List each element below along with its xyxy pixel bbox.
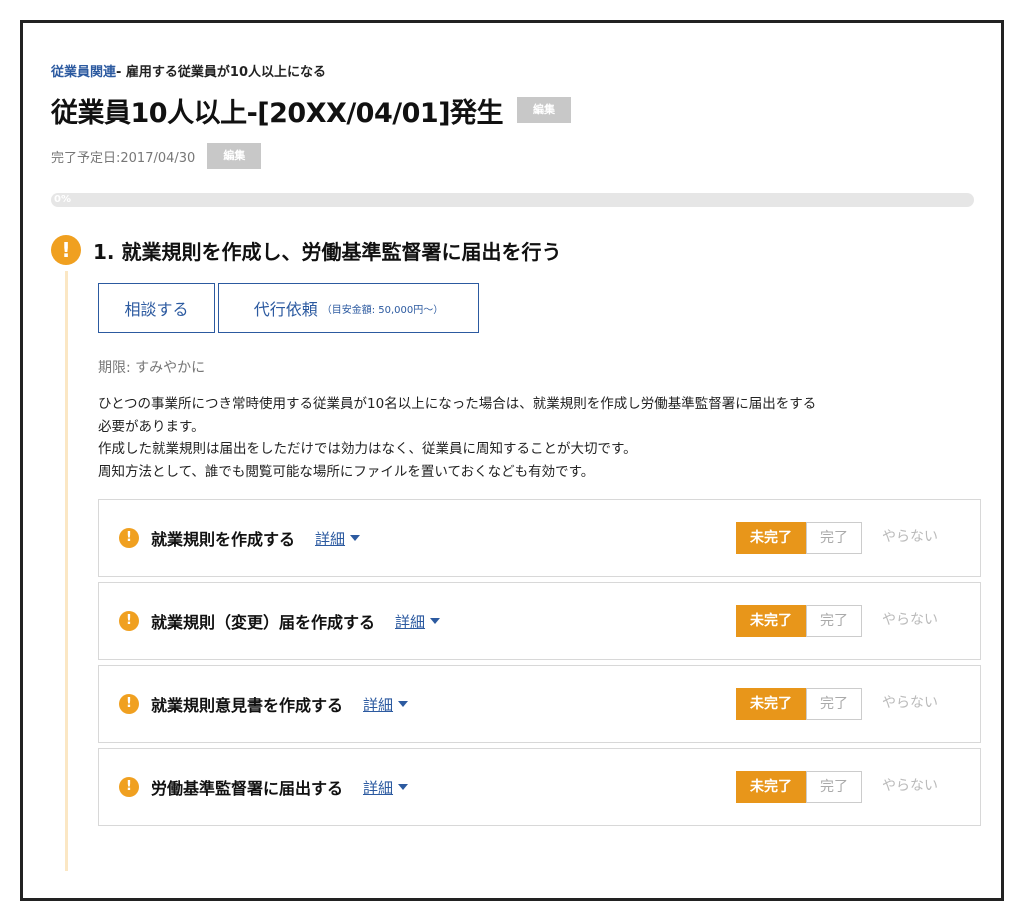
status-complete-button[interactable]: 完了	[806, 771, 862, 803]
breadcrumb-current: - 雇用する従業員が10人以上になる	[116, 65, 327, 80]
status-incomplete-button[interactable]: 未完了	[736, 605, 806, 637]
status-incomplete-button[interactable]: 未完了	[736, 771, 806, 803]
action-buttons: 相談する 代行依頼 （目安金額: 50,000円〜）	[98, 271, 979, 333]
status-skip-button[interactable]: やらない	[870, 522, 950, 554]
task-detail-label: 詳細	[315, 529, 346, 548]
task-status-group: 未完了 完了 やらない	[736, 688, 950, 720]
task-label: 労働基準監督署に届出する	[151, 779, 344, 798]
consult-button-label: 相談する	[124, 300, 189, 319]
task-label: 就業規則意見書を作成する	[151, 696, 344, 715]
caret-down-icon	[398, 701, 409, 707]
task-row: ! 就業規則（変更）届を作成する 詳細 未完了 完了 やらない	[98, 582, 981, 660]
breadcrumb: 従業員関連- 雇用する従業員が10人以上になる	[51, 61, 979, 81]
caret-down-icon	[398, 784, 409, 790]
status-complete-button[interactable]: 完了	[806, 688, 862, 720]
proxy-button-label: 代行依頼	[253, 300, 318, 319]
status-skip-button[interactable]: やらない	[870, 605, 950, 637]
exclamation-circle-icon: !	[119, 694, 139, 714]
task-row: ! 就業規則意見書を作成する 詳細 未完了 完了 やらない	[98, 665, 981, 743]
task-detail-label: 詳細	[363, 695, 394, 714]
due-date-row: 完了予定日:2017/04/30 編集	[51, 143, 979, 169]
section-description: ひとつの事業所につき常時使用する従業員が10名以上になった場合は、就業規則を作成…	[98, 393, 988, 483]
caret-down-icon	[350, 535, 361, 541]
task-row: ! 労働基準監督署に届出する 詳細 未完了 完了 やらない	[98, 748, 981, 826]
edit-due-date-button[interactable]: 編集	[207, 143, 262, 169]
task-status-group: 未完了 完了 やらない	[736, 771, 950, 803]
title-row: 従業員10人以上-[20XX/04/01]発生 編集	[51, 91, 979, 129]
exclamation-circle-icon: !	[119, 777, 139, 797]
status-complete-button[interactable]: 完了	[806, 605, 862, 637]
page-title: 従業員10人以上-[20XX/04/01]発生	[51, 97, 504, 129]
due-date: 完了予定日:2017/04/30	[51, 150, 196, 166]
section-header: ! 1. 就業規則を作成し、労働基準監督署に届出を行う	[51, 233, 979, 267]
consult-button[interactable]: 相談する	[98, 283, 215, 333]
main-content: 従業員関連- 雇用する従業員が10人以上になる 従業員10人以上-[20XX/0…	[51, 61, 981, 871]
task-row: ! 就業規則を作成する 詳細 未完了 完了 やらない	[98, 499, 981, 577]
task-detail-link[interactable]: 詳細	[363, 777, 409, 798]
description-line: 必要があります。	[98, 418, 205, 435]
exclamation-circle-icon: !	[119, 611, 139, 631]
edit-title-button[interactable]: 編集	[517, 97, 572, 123]
status-incomplete-button[interactable]: 未完了	[736, 688, 806, 720]
page-frame: 従業員関連- 雇用する従業員が10人以上になる 従業員10人以上-[20XX/0…	[20, 20, 1004, 901]
progress-bar: 0%	[51, 193, 974, 207]
status-skip-button[interactable]: やらない	[870, 688, 950, 720]
task-list: ! 就業規則を作成する 詳細 未完了 完了 やらない ! 就業規則（変更）届を作…	[98, 499, 981, 826]
task-detail-label: 詳細	[363, 778, 394, 797]
description-line: 作成した就業規則は届出をしただけでは効力はなく、従業員に周知することが大切です。	[98, 441, 637, 457]
task-detail-link[interactable]: 詳細	[315, 528, 361, 549]
progress-label: 0%	[54, 194, 71, 205]
task-status-group: 未完了 完了 やらない	[736, 522, 950, 554]
task-detail-link[interactable]: 詳細	[363, 694, 409, 715]
status-complete-button[interactable]: 完了	[806, 522, 862, 554]
description-line: ひとつの事業所につき常時使用する従業員が10名以上になった場合は、就業規則を作成…	[98, 396, 817, 412]
section-title: 1. 就業規則を作成し、労働基準監督署に届出を行う	[93, 239, 562, 264]
task-detail-label: 詳細	[395, 612, 426, 631]
status-skip-button[interactable]: やらない	[870, 771, 950, 803]
task-status-group: 未完了 完了 やらない	[736, 605, 950, 637]
task-detail-link[interactable]: 詳細	[395, 611, 441, 632]
caret-down-icon	[430, 618, 441, 624]
task-label: 就業規則を作成する	[151, 530, 296, 549]
status-incomplete-button[interactable]: 未完了	[736, 522, 806, 554]
proxy-price-note: （目安金額: 50,000円〜）	[321, 304, 444, 316]
deadline: 期限: すみやかに	[98, 360, 206, 376]
section-body: 相談する 代行依頼 （目安金額: 50,000円〜） 期限: すみやかに ひとつ…	[65, 271, 981, 871]
exclamation-circle-icon: !	[119, 528, 139, 548]
task-label: 就業規則（変更）届を作成する	[151, 613, 376, 632]
description-line: 周知方法として、誰でも閲覧可能な場所にファイルを置いておくなども有効です。	[98, 463, 595, 480]
exclamation-circle-icon: !	[51, 235, 81, 265]
breadcrumb-link[interactable]: 従業員関連	[51, 65, 116, 80]
proxy-request-button[interactable]: 代行依頼 （目安金額: 50,000円〜）	[218, 283, 479, 333]
